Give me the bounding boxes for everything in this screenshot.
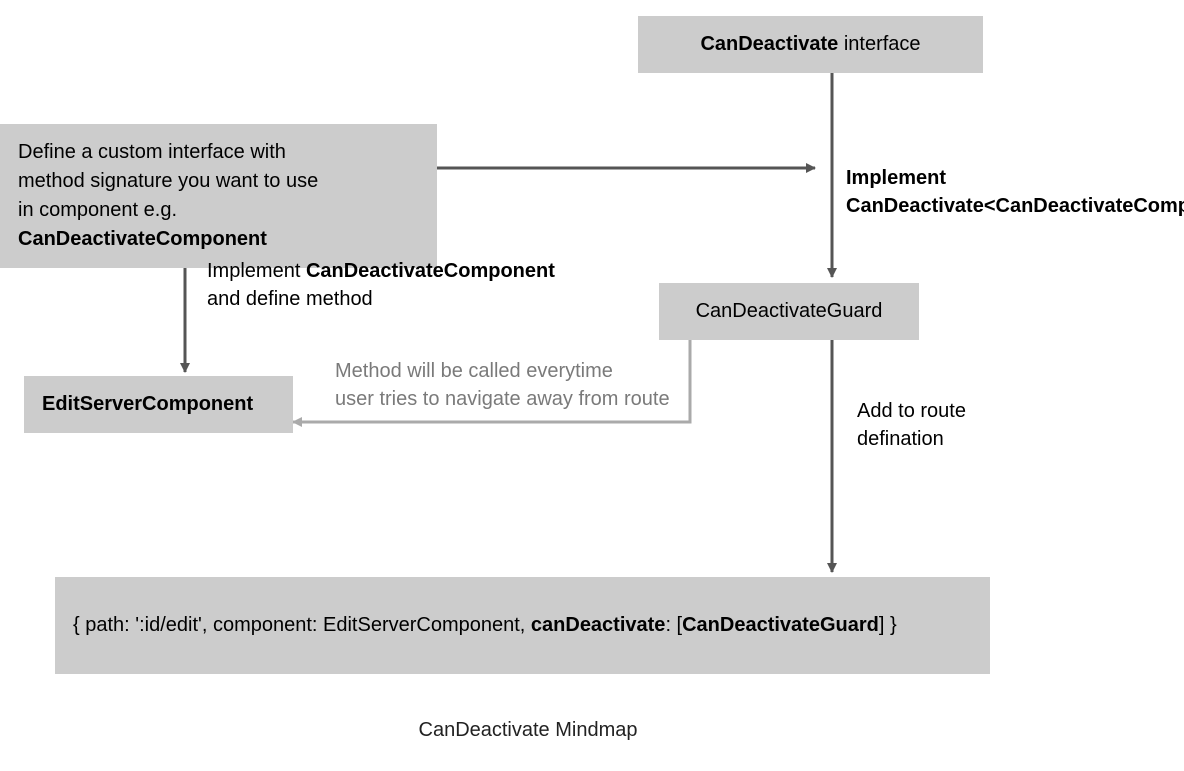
text-line: method signature you want to use	[18, 167, 419, 196]
node-editserver-component: EditServerComponent	[24, 376, 293, 433]
node-candeactivate-guard: CanDeactivateGuard	[659, 283, 919, 340]
text: interface	[838, 33, 920, 55]
diagram-caption: CanDeactivate Mindmap	[388, 719, 668, 742]
node-custom-interface: Define a custom interface with method si…	[0, 124, 437, 268]
text-line: in component e.g. CanDeactivateComponent	[18, 196, 419, 254]
label-implement-component: Implement CanDeactivateComponent and def…	[207, 257, 555, 313]
node-route-definition: { path: ':id/edit', component: EditServe…	[55, 577, 990, 674]
text-bold: CanDeactivate	[700, 33, 838, 55]
label-implement-guard: Implement CanDeactivate<CanDeactivateCom…	[846, 164, 1184, 220]
text-line: Define a custom interface with	[18, 138, 419, 167]
label-method-called: Method will be called everytime user tri…	[335, 357, 670, 413]
label-add-route: Add to route defination	[857, 397, 966, 453]
node-candeactivate-interface: CanDeactivate interface	[638, 16, 983, 73]
